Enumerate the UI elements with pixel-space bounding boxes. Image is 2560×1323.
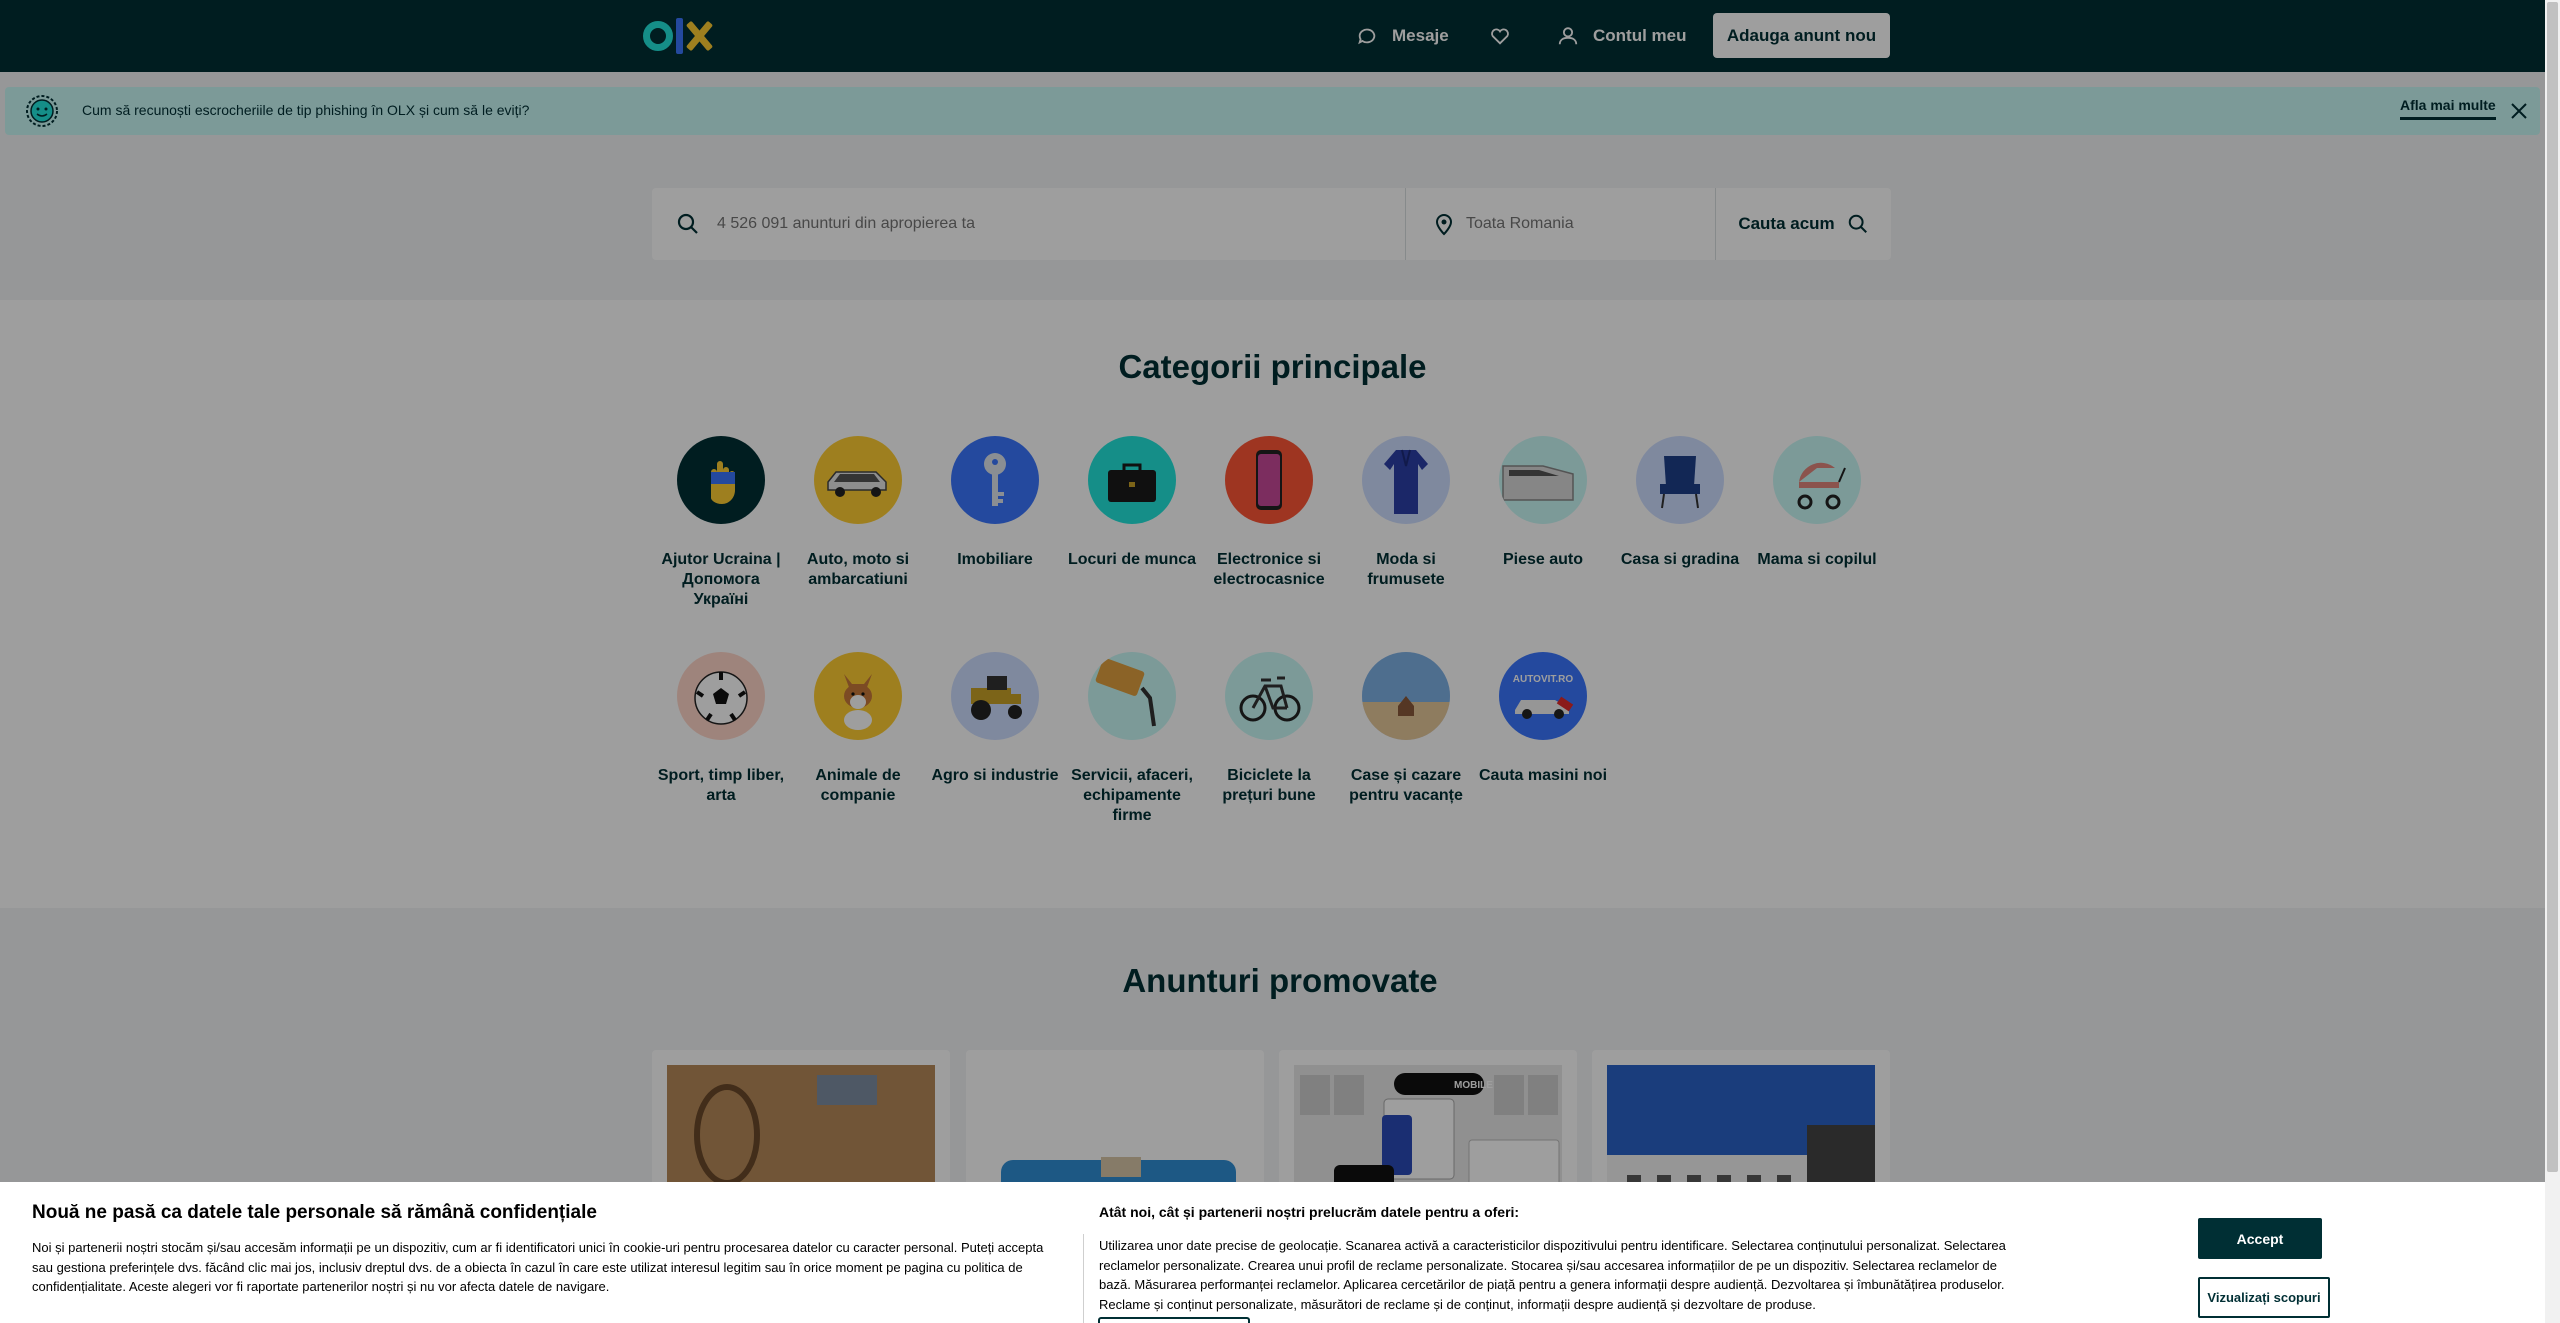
cookie-divider [1083,1234,1084,1323]
view-purposes-button[interactable]: Vizualizați scopuri [2198,1277,2330,1318]
cookie-purposes-title: Atât noi, cât și partenerii noștri prelu… [1099,1204,1520,1220]
accept-button[interactable]: Accept [2198,1218,2322,1259]
cookie-description: Noi și partenerii noștri stocăm și/sau a… [32,1240,1044,1294]
cookie-consent-panel: Nouă ne pasă ca datele tale personale să… [0,1182,2545,1323]
cookie-title: Nouă ne pasă ca datele tale personale să… [32,1202,597,1223]
scrollbar-thumb[interactable] [2547,2,2558,1172]
modal-backdrop [0,0,2545,1323]
cookie-partial-button[interactable] [1098,1317,1250,1323]
cookie-purposes-text: Utilizarea unor date precise de geolocaț… [1099,1238,2006,1312]
